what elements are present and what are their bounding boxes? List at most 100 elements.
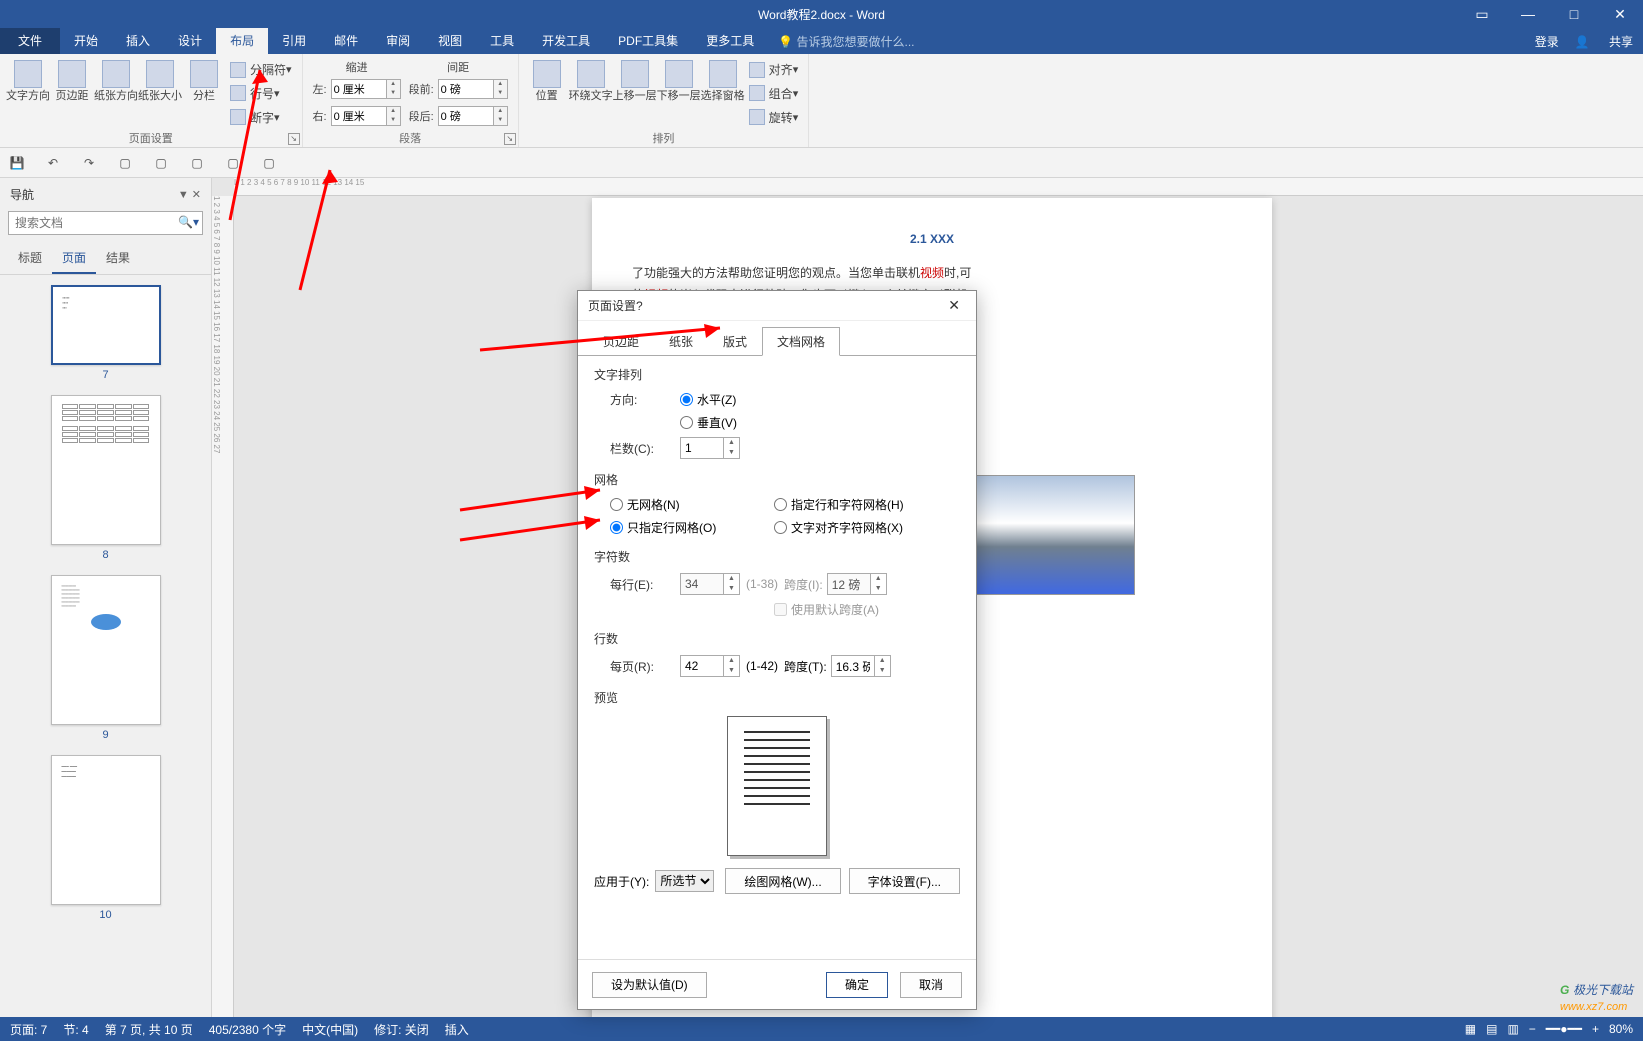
minimize-button[interactable]: — — [1505, 0, 1551, 28]
bring-forward-button[interactable]: 上移一层 — [613, 56, 657, 131]
status-section[interactable]: 节: 4 — [63, 1021, 88, 1038]
margins-button[interactable]: 页边距 — [50, 56, 94, 131]
font-settings-button[interactable]: 字体设置(F)... — [849, 868, 960, 894]
thumbnail-page-7[interactable]: ▪▪▪▪▪▪▪▪▪▪▪▪ 7 — [46, 285, 166, 381]
view-print-icon[interactable]: ▤ — [1486, 1022, 1497, 1036]
tab-view[interactable]: 视图 — [424, 28, 476, 54]
maximize-button[interactable]: □ — [1551, 0, 1597, 28]
tab-insert[interactable]: 插入 — [112, 28, 164, 54]
ribbon-display-options-button[interactable]: ▭ — [1459, 0, 1505, 28]
tab-more-tools[interactable]: 更多工具 — [692, 28, 768, 54]
tab-file[interactable]: 文件 — [0, 28, 60, 54]
zoom-slider[interactable]: ━━●━━ — [1546, 1022, 1582, 1036]
vertical-ruler[interactable]: 1 2 3 4 5 6 7 8 9 10 11 12 13 14 15 16 1… — [212, 196, 234, 1021]
status-pages[interactable]: 第 7 页, 共 10 页 — [105, 1021, 193, 1038]
rotate-button[interactable]: 旋转 ▾ — [749, 107, 799, 127]
cancel-button[interactable]: 取消 — [900, 972, 962, 998]
columns-spinner[interactable]: ▲▼ — [724, 437, 740, 459]
status-words[interactable]: 405/2380 个字 — [209, 1021, 286, 1038]
selection-pane-button[interactable]: 选择窗格 — [701, 56, 745, 131]
status-track[interactable]: 修订: 关闭 — [374, 1021, 429, 1038]
undo-icon[interactable]: ↶ — [44, 154, 62, 172]
columns-input[interactable] — [680, 437, 724, 459]
group-button[interactable]: 组合 ▾ — [749, 83, 799, 103]
spacing-before-input[interactable] — [438, 79, 494, 99]
save-icon[interactable]: 💾 — [8, 154, 26, 172]
radio-no-grid[interactable]: 无网格(N) — [610, 496, 680, 513]
tab-layout[interactable]: 布局 — [216, 28, 268, 54]
tab-home[interactable]: 开始 — [60, 28, 112, 54]
draw-grid-button[interactable]: 绘图网格(W)... — [725, 868, 840, 894]
qat-btn-4[interactable]: ▢ — [116, 154, 134, 172]
dialog-titlebar[interactable]: 页面设置 ? ✕ — [578, 291, 976, 321]
indent-right-spinner[interactable]: ▲▼ — [387, 106, 401, 126]
indent-left-spinner[interactable]: ▲▼ — [387, 79, 401, 99]
status-page[interactable]: 页面: 7 — [10, 1021, 47, 1038]
spacing-after-input[interactable] — [438, 106, 494, 126]
qat-btn-8[interactable]: ▢ — [260, 154, 278, 172]
dlg-tab-margins[interactable]: 页边距 — [588, 327, 654, 356]
apply-to-select[interactable]: 所选节 — [655, 870, 714, 892]
radio-lines-chars[interactable]: 指定行和字符网格(H) — [774, 496, 944, 513]
breaks-button[interactable]: 分隔符 ▾ — [230, 60, 292, 80]
zoom-out-button[interactable]: − — [1529, 1022, 1536, 1036]
size-button[interactable]: 纸张大小 — [138, 56, 182, 131]
ok-button[interactable]: 确定 — [826, 972, 888, 998]
status-insert[interactable]: 插入 — [445, 1021, 469, 1038]
zoom-level[interactable]: 80% — [1609, 1022, 1633, 1036]
dlg-tab-paper[interactable]: 纸张 — [654, 327, 708, 356]
dlg-tab-layout[interactable]: 版式 — [708, 327, 762, 356]
thumbnail-page-10[interactable]: ━━━ ━━━━━━━━━━━━━━━ 10 — [46, 755, 166, 921]
thumbnail-page-8[interactable]: 8 — [46, 395, 166, 561]
text-direction-button[interactable]: 文字方向 — [6, 56, 50, 131]
radio-horizontal[interactable]: 水平(Z) — [680, 391, 736, 408]
nav-search-input[interactable] — [8, 211, 203, 235]
send-backward-button[interactable]: 下移一层 — [657, 56, 701, 131]
lines-spinner[interactable]: ▲▼ — [724, 655, 740, 677]
qat-btn-6[interactable]: ▢ — [188, 154, 206, 172]
dlg-tab-grid[interactable]: 文档网格 — [762, 327, 840, 356]
nav-tab-headings[interactable]: 标题 — [8, 243, 52, 274]
nav-chevron-icon[interactable]: ▼ ✕ — [178, 188, 201, 201]
search-icon[interactable]: 🔍▾ — [178, 215, 199, 229]
tab-tools[interactable]: 工具 — [476, 28, 528, 54]
close-button[interactable]: ✕ — [1597, 0, 1643, 28]
thumbnail-page-9[interactable]: ━━━━━━━━━━━━━━━━━━━━━━━━━━━━━━━━━━━━━━━━… — [46, 575, 166, 741]
tab-review[interactable]: 审阅 — [372, 28, 424, 54]
status-language[interactable]: 中文(中国) — [302, 1021, 358, 1038]
lines-per-page-input[interactable] — [680, 655, 724, 677]
tab-pdf-tools[interactable]: PDF工具集 — [604, 28, 692, 54]
share-button[interactable]: 👤 共享 — [1575, 33, 1633, 50]
paragraph-launcher[interactable]: ↘ — [504, 133, 516, 145]
position-button[interactable]: 位置 — [525, 56, 569, 131]
indent-left-input[interactable] — [331, 79, 387, 99]
dialog-close-button[interactable]: ✕ — [942, 297, 966, 314]
radio-vertical[interactable]: 垂直(V) — [680, 414, 737, 431]
line-span-input[interactable] — [831, 655, 875, 677]
page-setup-launcher[interactable]: ↘ — [288, 133, 300, 145]
tab-design[interactable]: 设计 — [164, 28, 216, 54]
spacing-before-spinner[interactable]: ▲▼ — [494, 79, 508, 99]
spacing-after-spinner[interactable]: ▲▼ — [494, 106, 508, 126]
qat-btn-7[interactable]: ▢ — [224, 154, 242, 172]
columns-button[interactable]: 分栏 — [182, 56, 226, 131]
redo-icon[interactable]: ↷ — [80, 154, 98, 172]
nav-tab-pages[interactable]: 页面 — [52, 243, 96, 274]
tell-me-input[interactable]: 💡 告诉我您想要做什么... — [778, 33, 914, 50]
dialog-help-button[interactable]: ? — [636, 299, 643, 313]
nav-tab-results[interactable]: 结果 — [96, 243, 140, 274]
orientation-button[interactable]: 纸张方向 — [94, 56, 138, 131]
indent-right-input[interactable] — [331, 106, 387, 126]
horizontal-ruler[interactable]: L 1 2 3 4 5 6 7 8 9 10 11 12 13 14 15 — [234, 178, 1643, 196]
zoom-in-button[interactable]: + — [1592, 1022, 1599, 1036]
view-read-icon[interactable]: ▦ — [1465, 1022, 1476, 1036]
qat-btn-5[interactable]: ▢ — [152, 154, 170, 172]
view-web-icon[interactable]: ▥ — [1507, 1022, 1518, 1036]
radio-align-chars[interactable]: 文字对齐字符网格(X) — [774, 519, 944, 536]
hyphenation-button[interactable]: 断字 ▾ — [230, 107, 292, 127]
tab-mailings[interactable]: 邮件 — [320, 28, 372, 54]
line-span-spinner[interactable]: ▲▼ — [875, 655, 891, 677]
tab-developer[interactable]: 开发工具 — [528, 28, 604, 54]
align-button[interactable]: 对齐 ▾ — [749, 60, 799, 80]
wrap-text-button[interactable]: 环绕文字 — [569, 56, 613, 131]
